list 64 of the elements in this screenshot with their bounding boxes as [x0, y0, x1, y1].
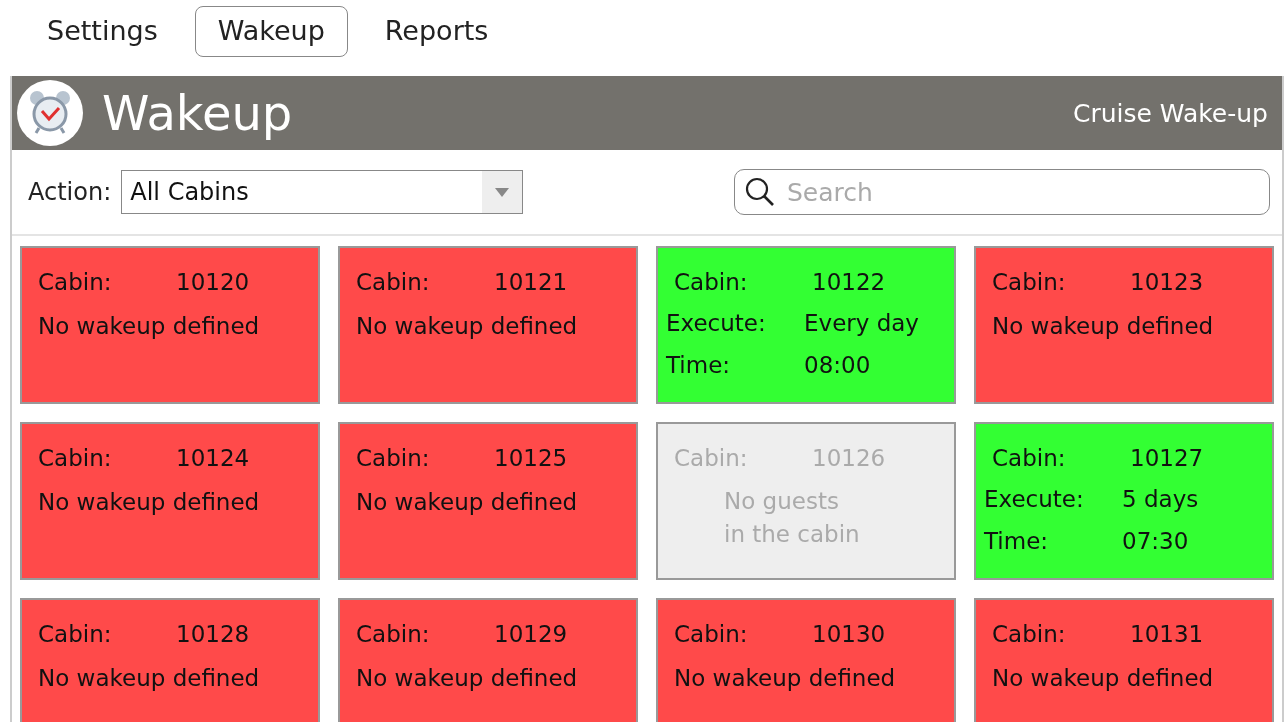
field-value: 5 days	[1122, 485, 1199, 515]
status-message: No wakeup defined	[38, 665, 261, 692]
cabin-number: 10125	[494, 444, 568, 473]
cabin-label: Cabin:	[38, 620, 113, 649]
cabin-label: Cabin:	[356, 620, 431, 649]
cabin-label: Cabin:	[674, 268, 749, 297]
dropdown-arrow-icon	[495, 187, 510, 197]
cabin-number: 10130	[812, 620, 886, 649]
status-message: No guests in the cabin	[724, 487, 861, 549]
cabin-card[interactable]: Cabin: 10123 No wakeup defined	[974, 246, 1274, 404]
cabin-label: Cabin:	[356, 268, 431, 297]
cabin-card[interactable]: Cabin: 10127 Execute: 5 days Time: 07:30	[974, 422, 1274, 580]
field-value: Every day	[804, 309, 919, 339]
status-message: No wakeup defined	[38, 313, 261, 340]
cabin-card[interactable]: Cabin: 10128 No wakeup defined	[20, 598, 320, 722]
field-label: Time:	[984, 526, 1050, 556]
search-icon	[744, 176, 776, 208]
status-message: No wakeup defined	[356, 489, 579, 516]
status-message: No wakeup defined	[356, 665, 579, 692]
cabin-label: Cabin:	[38, 444, 113, 473]
cabin-number: 10123	[1130, 268, 1204, 297]
action-label: Action:	[28, 178, 112, 206]
cabin-card[interactable]: Cabin: 10129 No wakeup defined	[338, 598, 638, 722]
status-message: No wakeup defined	[992, 665, 1215, 692]
cabin-number: 10128	[176, 620, 250, 649]
field-label: Time:	[666, 350, 732, 380]
cabin-number: 10122	[812, 268, 886, 297]
cabin-label: Cabin:	[992, 620, 1067, 649]
status-message: No wakeup defined	[38, 489, 261, 516]
cabin-card[interactable]: Cabin: 10131 No wakeup defined	[974, 598, 1274, 722]
cabin-label: Cabin:	[674, 444, 749, 473]
cabin-label: Cabin:	[38, 268, 113, 297]
search-field[interactable]: Search	[734, 169, 1270, 215]
status-message: No wakeup defined	[674, 665, 897, 692]
cabin-card[interactable]: Cabin: 10122 Execute: Every day Time: 08:00	[656, 246, 956, 404]
cabin-number: 10124	[176, 444, 250, 473]
field-label: Execute:	[984, 485, 1085, 515]
tab[interactable]: Settings	[24, 6, 181, 57]
field-label: Execute:	[666, 309, 767, 339]
page-title: Wakeup	[102, 85, 294, 141]
action-dropdown[interactable]: All Cabins	[121, 170, 524, 214]
field-value: 08:00	[804, 350, 871, 380]
cabin-card[interactable]: Cabin: 10120 No wakeup defined	[20, 246, 320, 404]
cabin-number: 10127	[1130, 444, 1204, 473]
field-value: 07:30	[1122, 526, 1189, 556]
cabin-card[interactable]: Cabin: 10125 No wakeup defined	[338, 422, 638, 580]
cabin-number: 10120	[176, 268, 250, 297]
cabin-number: 10126	[812, 444, 886, 473]
alarm-clock-icon	[16, 79, 84, 147]
status-message: No wakeup defined	[992, 313, 1215, 340]
cabin-label: Cabin:	[992, 444, 1067, 473]
cabin-label: Cabin:	[992, 268, 1067, 297]
cabin-label: Cabin:	[674, 620, 749, 649]
cabin-card[interactable]: Cabin: 10130 No wakeup defined	[656, 598, 956, 722]
app-name: Cruise Wake-up	[1072, 98, 1268, 128]
cabin-number: 10129	[494, 620, 568, 649]
cabin-card[interactable]: Cabin: 10121 No wakeup defined	[338, 246, 638, 404]
tab[interactable]: Reports	[361, 6, 512, 57]
cabin-number: 10131	[1130, 620, 1204, 649]
cabin-label: Cabin:	[356, 444, 431, 473]
tab[interactable]: Wakeup	[194, 6, 348, 57]
status-message: No wakeup defined	[356, 313, 579, 340]
cabin-number: 10121	[494, 268, 568, 297]
cabin-card[interactable]: Cabin: 10124 No wakeup defined	[20, 422, 320, 580]
